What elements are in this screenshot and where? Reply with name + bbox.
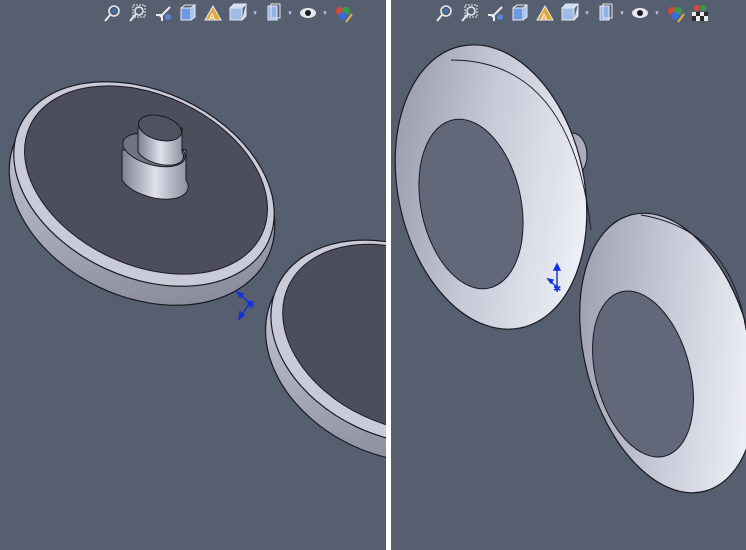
view-orientation-icon[interactable]: A [534, 2, 556, 24]
reference-triad-left: ✱ [235, 290, 255, 321]
display-style-icon[interactable] [227, 2, 249, 24]
previous-view-icon[interactable] [152, 2, 174, 24]
heads-up-toolbar-left: A ▾ ▾ ▾ [102, 2, 357, 24]
section-view-icon[interactable] [509, 2, 531, 24]
disc-part-upper[interactable] [391, 27, 612, 347]
section-view-icon[interactable] [177, 2, 199, 24]
model-scene-right[interactable]: ✱ [391, 0, 746, 550]
zoom-to-fit-icon[interactable] [102, 2, 124, 24]
svg-text:A: A [541, 13, 548, 23]
heads-up-toolbar-right: A ▾ ▾ ▾ [434, 2, 714, 24]
svg-text:✱: ✱ [553, 284, 561, 295]
display-style-dropdown-icon[interactable]: ▾ [252, 2, 258, 24]
edit-appearance-icon[interactable] [297, 2, 319, 24]
edit-appearance-dropdown-icon[interactable]: ▾ [322, 2, 328, 24]
zoom-to-fit-icon[interactable] [434, 2, 456, 24]
view-orientation-icon[interactable]: A [202, 2, 224, 24]
apply-scene-icon[interactable] [664, 2, 686, 24]
hide-show-dropdown-icon[interactable]: ▾ [287, 2, 293, 24]
hide-show-dropdown-icon[interactable]: ▾ [619, 2, 625, 24]
edit-appearance-icon[interactable] [629, 2, 651, 24]
zoom-to-area-icon[interactable] [459, 2, 481, 24]
graphics-viewport-right[interactable]: ✱ A ▾ ▾ ▾ [391, 0, 746, 550]
model-scene-left[interactable]: ✱ [0, 0, 386, 550]
edit-appearance-dropdown-icon[interactable]: ▾ [654, 2, 660, 24]
graphics-viewport-left[interactable]: ✱ A ▾ ▾ ▾ [0, 0, 386, 550]
zoom-to-area-icon[interactable] [127, 2, 149, 24]
svg-text:✱: ✱ [246, 298, 255, 311]
apply-scene-icon[interactable] [332, 2, 354, 24]
previous-view-icon[interactable] [484, 2, 506, 24]
hide-show-items-icon[interactable] [262, 2, 284, 24]
scene-checker-icon[interactable] [689, 2, 711, 24]
display-style-dropdown-icon[interactable]: ▾ [584, 2, 590, 24]
hide-show-items-icon[interactable] [594, 2, 616, 24]
display-style-icon[interactable] [559, 2, 581, 24]
svg-text:A: A [209, 13, 216, 23]
